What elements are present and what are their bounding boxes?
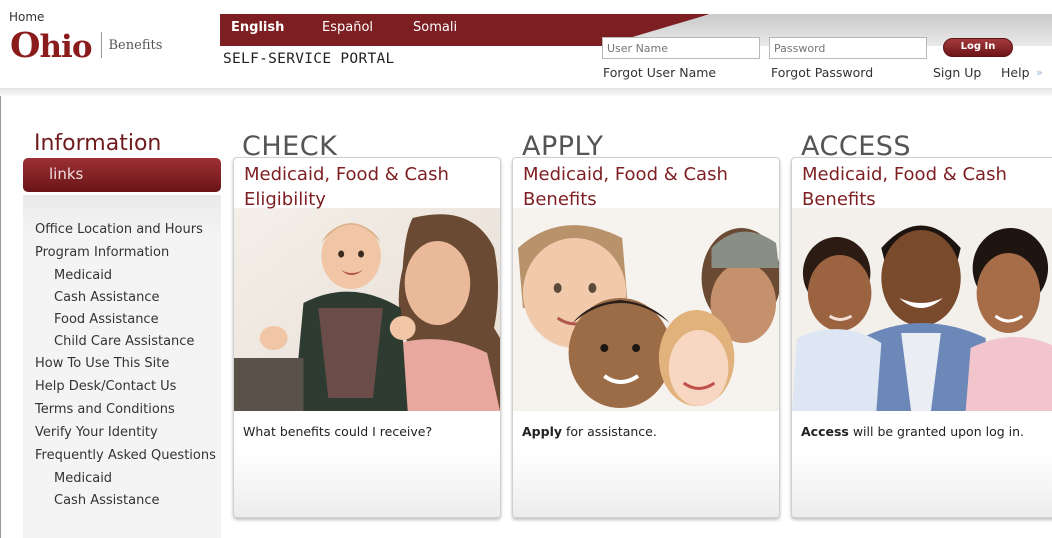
logo-benefits-text: Benefits: [108, 37, 163, 53]
check-card[interactable]: Medicaid, Food & Cash Eligibility What b…: [233, 157, 501, 518]
forgot-username-link[interactable]: Forgot User Name: [603, 65, 716, 80]
access-card[interactable]: Medicaid, Food & Cash Benefits Access wi…: [791, 157, 1052, 518]
forgot-password-link[interactable]: Forgot Password: [771, 65, 873, 80]
sidebar-item-office-location-and-hours[interactable]: Office Location and Hours: [35, 222, 220, 237]
sidebar-item-child-care-assistance[interactable]: Child Care Assistance: [35, 334, 220, 349]
card-description: Apply for assistance.: [522, 424, 657, 439]
sidebar-item-medicaid[interactable]: Medicaid: [35, 268, 220, 283]
home-link[interactable]: Home: [9, 10, 44, 24]
card-subtitle: Medicaid, Food & Cash Benefits: [523, 164, 728, 210]
password-input[interactable]: [769, 37, 927, 59]
language-somali[interactable]: Somali: [413, 20, 457, 36]
login-button[interactable]: Log In: [943, 38, 1013, 57]
card-description: What benefits could I receive?: [243, 424, 433, 439]
sidebar-item-frequently-asked-questions[interactable]: Frequently Asked Questions: [35, 448, 220, 463]
father-with-two-children-photo: [792, 208, 1052, 411]
language-espanol[interactable]: Español: [322, 20, 373, 36]
sidebar-item-how-to-use-this-site[interactable]: How To Use This Site: [35, 356, 220, 371]
sidebar-item-program-information[interactable]: Program Information: [35, 245, 220, 260]
sidebar-item-cash-assistance[interactable]: Cash Assistance: [35, 493, 220, 508]
mother-and-baby-photo: [234, 208, 500, 411]
sidebar-item-verify-your-identity[interactable]: Verify Your Identity: [35, 425, 220, 440]
apply-card[interactable]: Medicaid, Food & Cash Benefits Apply for…: [512, 157, 780, 518]
sidebar-item-cash-assistance[interactable]: Cash Assistance: [35, 290, 220, 305]
card-description: Access will be granted upon log in.: [801, 424, 1024, 439]
ohio-benefits-logo[interactable]: Ohio Benefits: [10, 24, 163, 66]
sign-up-link[interactable]: Sign Up: [933, 65, 981, 80]
group-of-children-photo: [513, 208, 779, 411]
site-header: Home Ohio Benefits English Español Somal…: [0, 0, 1052, 95]
portal-title: SELF-SERVICE PORTAL: [223, 51, 395, 67]
sidebar-item-help-desk-contact-us[interactable]: Help Desk/Contact Us: [35, 379, 220, 394]
sidebar-item-medicaid[interactable]: Medicaid: [35, 471, 220, 486]
logo-ohio-text: Ohio: [10, 24, 93, 66]
card-subtitle: Medicaid, Food & Cash Benefits: [802, 164, 1007, 210]
sidebar-item-terms-and-conditions[interactable]: Terms and Conditions: [35, 402, 220, 417]
logo-divider: [100, 32, 102, 58]
help-arrow-icon: »: [1036, 66, 1043, 79]
sidebar-links-label: links: [49, 165, 84, 183]
sidebar-title: Information: [34, 131, 162, 156]
help-link[interactable]: Help: [1001, 65, 1030, 80]
header-shadow: [0, 88, 1052, 96]
language-english[interactable]: English: [231, 20, 284, 36]
username-input[interactable]: [602, 37, 760, 59]
sidebar-item-food-assistance[interactable]: Food Assistance: [35, 312, 220, 327]
sidebar-link-list: Office Location and Hours Program Informa…: [35, 222, 220, 515]
sidebar-links-header: links: [23, 158, 221, 192]
card-subtitle: Medicaid, Food & Cash Eligibility: [244, 164, 449, 210]
